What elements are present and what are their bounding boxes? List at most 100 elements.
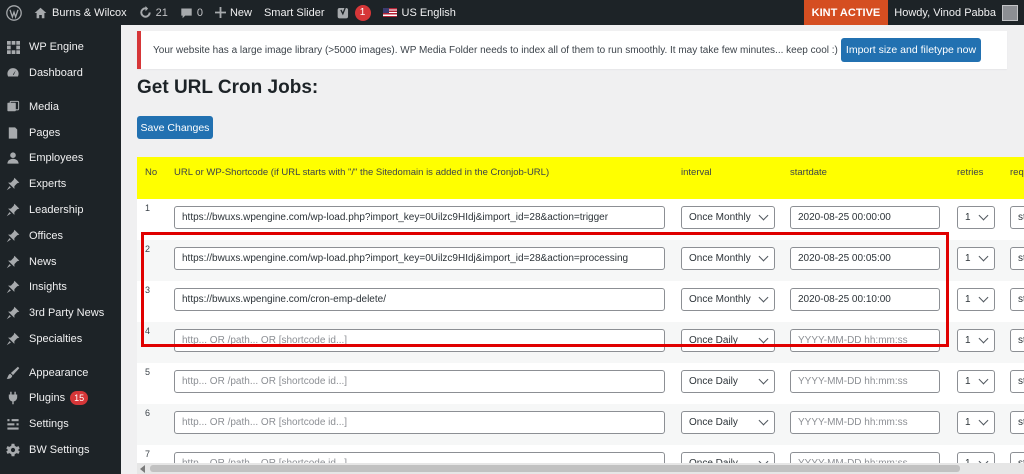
url-input[interactable]: https://bwuxs.wpengine.com/wp-load.php?i… [174, 247, 665, 270]
wordpress-logo-icon[interactable] [0, 0, 28, 25]
url-input[interactable]: http... OR /path... OR [shortcode id...] [174, 370, 665, 393]
url-input[interactable]: http... OR /path... OR [shortcode id...] [174, 329, 665, 352]
startdate-input[interactable]: 2020-08-25 00:10:00 [790, 288, 940, 311]
smart-slider-link[interactable]: Smart Slider [258, 0, 331, 25]
header-url: URL or WP-Shortcode (if URL starts with … [174, 167, 550, 178]
table-row: 2 https://bwuxs.wpengine.com/wp-load.php?… [137, 240, 1024, 281]
scroll-left-icon[interactable] [140, 465, 145, 473]
sidebar-item-media[interactable]: Media [0, 94, 121, 120]
sidebar-item-3rd-party-news[interactable]: 3rd Party News [0, 300, 121, 326]
language-switcher[interactable]: US English [377, 0, 462, 25]
sidebar-item-appearance[interactable]: Appearance [0, 360, 121, 386]
interval-select[interactable]: Once Daily [681, 329, 775, 352]
yoast-link[interactable]: 1 [331, 0, 377, 25]
chevron-down-icon [978, 292, 989, 303]
url-input[interactable]: https://bwuxs.wpengine.com/cron-emp-dele… [174, 288, 665, 311]
url-input[interactable]: https://bwuxs.wpengine.com/wp-load.php?i… [174, 206, 665, 229]
updates-link[interactable]: 21 [133, 0, 174, 25]
avatar [1002, 4, 1018, 21]
row-number: 3 [145, 285, 151, 295]
settings-icon [6, 417, 20, 431]
wpengine-icon [6, 40, 20, 54]
chevron-down-icon [978, 374, 989, 385]
table-row: 4 http... OR /path... OR [shortcode id...… [137, 322, 1024, 363]
site-name-link[interactable]: Burns & Wilcox [28, 0, 133, 25]
url-input[interactable]: http... OR /path... OR [shortcode id...] [174, 452, 665, 463]
sidebar-item-wp-engine[interactable]: WP Engine [0, 34, 121, 60]
sidebar-item-insights[interactable]: Insights [0, 274, 121, 300]
req-select[interactable]: st [1010, 329, 1024, 352]
sidebar-item-settings[interactable]: Settings [0, 411, 121, 437]
interval-select[interactable]: Once Daily [681, 411, 775, 434]
req-select[interactable]: st [1010, 206, 1024, 229]
sidebar-item-label: Specialties [29, 333, 83, 345]
header-retries: retries [957, 167, 984, 178]
sidebar-item-leadership[interactable]: Leadership [0, 197, 121, 223]
startdate-input[interactable]: YYYY-MM-DD hh:mm:ss [790, 452, 940, 463]
updates-count: 21 [155, 6, 168, 19]
comments-link[interactable]: 0 [174, 0, 209, 25]
startdate-input[interactable]: YYYY-MM-DD hh:mm:ss [790, 411, 940, 434]
req-select[interactable]: st [1010, 452, 1024, 463]
retries-select[interactable]: 1 [957, 329, 995, 352]
req-select[interactable]: st [1010, 411, 1024, 434]
sidebar-item-plugins[interactable]: Plugins 15 [0, 385, 121, 411]
row-number: 6 [145, 408, 151, 418]
chevron-down-icon [978, 251, 989, 262]
retries-select[interactable]: 1 [957, 370, 995, 393]
admin-bar: Burns & Wilcox 21 0 New Smart Slider 1 U… [0, 0, 1024, 25]
retries-select[interactable]: 1 [957, 411, 995, 434]
req-select[interactable]: st [1010, 247, 1024, 270]
pages-icon [6, 126, 20, 140]
new-label: New [229, 6, 252, 19]
interval-select[interactable]: Once Daily [681, 452, 775, 463]
interval-select[interactable]: Once Monthly [681, 206, 775, 229]
startdate-input[interactable]: YYYY-MM-DD hh:mm:ss [790, 370, 940, 393]
save-changes-button[interactable]: Save Changes [137, 116, 213, 139]
url-input[interactable]: http... OR /path... OR [shortcode id...] [174, 411, 665, 434]
updates-icon [139, 6, 152, 19]
chevron-down-icon [978, 210, 989, 221]
table-row: 5 http... OR /path... OR [shortcode id...… [137, 363, 1024, 404]
page-title: Get URL Cron Jobs: [137, 77, 319, 98]
header-req: req [1010, 167, 1024, 178]
startdate-input[interactable]: YYYY-MM-DD hh:mm:ss [790, 329, 940, 352]
retries-value: 1 [965, 253, 971, 264]
users-icon [6, 151, 20, 165]
sidebar-item-label: Dashboard [29, 67, 83, 79]
interval-select[interactable]: Once Daily [681, 370, 775, 393]
sidebar-item-pages[interactable]: Pages [0, 120, 121, 146]
comment-icon [180, 7, 193, 19]
header-interval: interval [681, 167, 712, 178]
retries-select[interactable]: 1 [957, 247, 995, 270]
startdate-input[interactable]: 2020-08-25 00:05:00 [790, 247, 940, 270]
req-select[interactable]: st [1010, 370, 1024, 393]
sidebar-item-specialties[interactable]: Specialties [0, 326, 121, 352]
retries-select[interactable]: 1 [957, 288, 995, 311]
interval-select[interactable]: Once Monthly [681, 288, 775, 311]
sidebar-item-experts[interactable]: Experts [0, 171, 121, 197]
sidebar-item-employees[interactable]: Employees [0, 145, 121, 171]
sidebar-item-dashboard[interactable]: Dashboard [0, 60, 121, 86]
cron-jobs-table: No URL or WP-Shortcode (if URL starts wi… [137, 157, 1024, 463]
chevron-down-icon [758, 333, 769, 344]
kint-active-badge[interactable]: KINT ACTIVE [803, 0, 889, 25]
horizontal-scrollbar[interactable] [137, 463, 1024, 474]
sidebar-item-news[interactable]: News [0, 249, 121, 275]
sidebar-item-label: Appearance [29, 367, 89, 379]
startdate-input[interactable]: 2020-08-25 00:00:00 [790, 206, 940, 229]
sidebar-item-offices[interactable]: Offices [0, 223, 121, 249]
retries-select[interactable]: 1 [957, 206, 995, 229]
sidebar-item-bw-settings[interactable]: BW Settings [0, 437, 121, 463]
req-select[interactable]: st [1010, 288, 1024, 311]
import-size-filetype-button[interactable]: Import size and filetype now [841, 38, 981, 62]
site-name: Burns & Wilcox [52, 6, 127, 19]
retries-select[interactable]: 1 [957, 452, 995, 463]
new-content-link[interactable]: New [209, 0, 258, 25]
chevron-down-icon [758, 210, 769, 221]
scrollbar-thumb[interactable] [150, 465, 960, 472]
my-account-link[interactable]: Howdy, Vinod Pabba [888, 0, 1024, 25]
interval-select[interactable]: Once Monthly [681, 247, 775, 270]
header-startdate: startdate [790, 167, 827, 178]
update-count-badge: 15 [70, 391, 89, 405]
